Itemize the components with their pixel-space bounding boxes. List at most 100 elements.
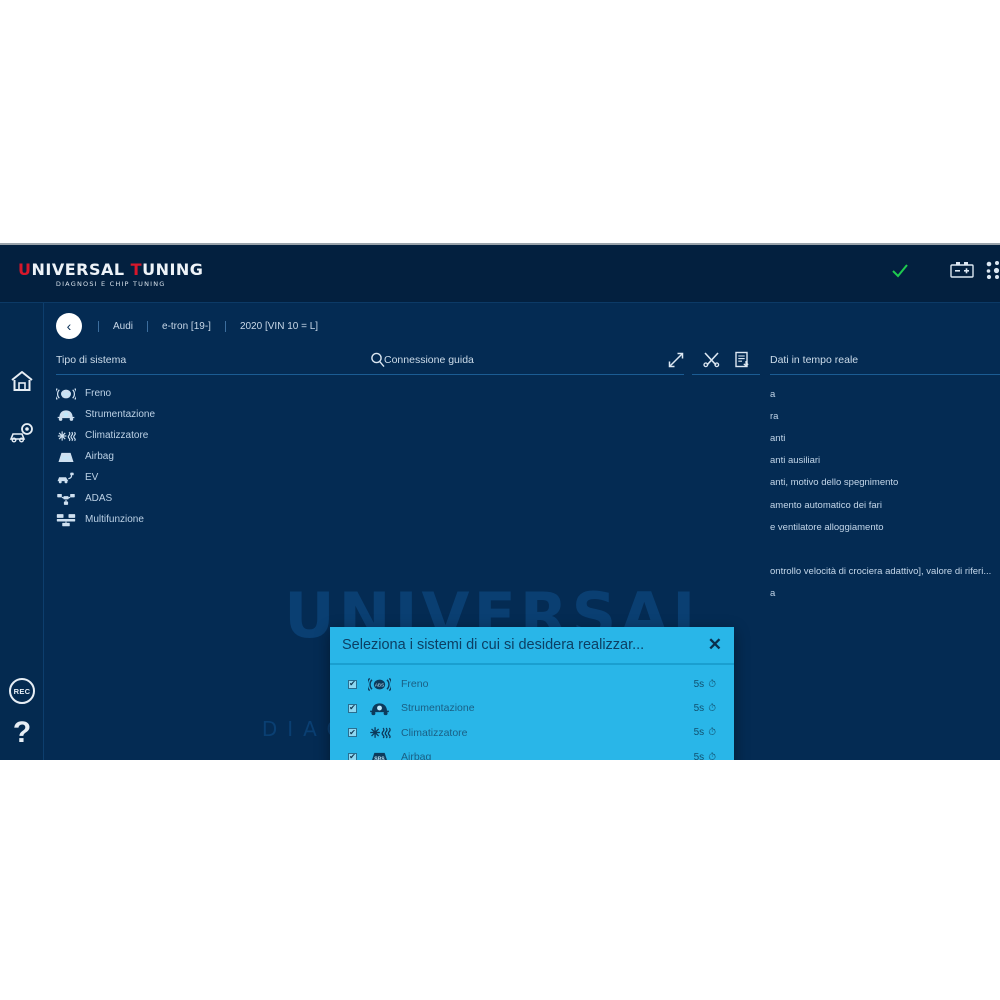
realtime-data-label: e ventilatore alloggiamento (770, 521, 884, 533)
dialog-system-row[interactable]: ✔ Strumentazione 5s ⏱ (348, 696, 716, 720)
system-checkbox[interactable]: ✔ (348, 703, 357, 713)
instrument-cluster-icon (56, 407, 76, 423)
realtime-data-label: amento automatico dei fari (770, 499, 882, 511)
system-checkbox[interactable]: ✔ (348, 728, 357, 738)
system-list-item-label: Freno (85, 388, 112, 399)
realtime-data-label: a (770, 388, 776, 400)
dialog-system-duration: 5s ⏱ (693, 678, 716, 690)
left-rail: REC ? ✕ (0, 303, 44, 760)
diagnostic-app-window: REC ? ✕ ‹ Audi e-tron [19-] 2020 [VIN 10… (0, 243, 1000, 760)
realtime-data-label: anti ausiliari (770, 455, 821, 467)
dialog-system-row[interactable]: ✔ ABS Freno 5s ⏱ (348, 672, 716, 696)
car-gear-icon[interactable] (0, 411, 44, 455)
realtime-data-row[interactable]: ra⚠ (770, 405, 1000, 427)
save-report-icon[interactable] (734, 351, 750, 368)
breadcrumb: ‹ Audi e-tron [19-] 2020 [VIN 10 = L] (56, 307, 996, 345)
dialog-title: Seleziona i sistemi di cui si desidera r… (342, 637, 645, 653)
dialog-system-label: Climatizzatore (401, 726, 468, 739)
adas-icon (56, 491, 76, 507)
column-header-guided-connection: Connessione guida (384, 345, 684, 375)
system-list-item-label: Multifunzione (85, 514, 144, 525)
realtime-data-row[interactable]: anti ausiliari⚠ (770, 450, 1000, 472)
realtime-data-row[interactable]: anti⚠ (770, 427, 1000, 449)
instrument-cluster-icon (367, 700, 391, 717)
system-list-item[interactable]: EV (56, 467, 386, 488)
system-list-item[interactable]: Strumentazione (56, 404, 386, 425)
dots-menu-icon[interactable] (986, 261, 1000, 279)
rec-icon[interactable]: REC (0, 669, 44, 713)
svg-text:ABS: ABS (374, 682, 383, 687)
svg-text:SRS: SRS (374, 756, 385, 760)
realtime-data-row[interactable]: ⚠ (770, 538, 1000, 560)
timer-icon: ⏱ (708, 702, 716, 714)
letterbox-top (0, 0, 1000, 243)
timer-icon: ⏱ (708, 727, 716, 739)
system-checkbox[interactable]: ✔ (348, 679, 357, 689)
rec-label: REC (9, 678, 35, 704)
multifunction-icon (56, 512, 76, 528)
dialog-header: Seleziona i sistemi di cui si desidera r… (330, 627, 734, 665)
realtime-data-row[interactable]: amento automatico dei fari⚠ (770, 494, 1000, 516)
breadcrumb-item-year-vin[interactable]: 2020 [VIN 10 = L] (224, 320, 332, 332)
system-list-item-label: ADAS (85, 493, 113, 504)
column-title-realtime-data: Dati in tempo reale (770, 353, 859, 366)
climate-control-icon (56, 428, 76, 444)
question-icon[interactable]: ? (0, 711, 44, 755)
column-title-system-type: Tipo di sistema (56, 353, 127, 366)
realtime-data-row[interactable]: e ventilatore alloggiamento⚠ (770, 516, 1000, 538)
breadcrumb-item-make[interactable]: Audi (98, 320, 147, 332)
status-check-icon (890, 261, 910, 281)
system-checkbox[interactable]: ✔ (348, 752, 357, 760)
dialog-system-duration: 5s ⏱ (693, 727, 716, 739)
home-icon[interactable] (0, 359, 44, 403)
system-list-item-label: EV (85, 472, 99, 483)
dialog-system-row[interactable]: ✔ SRS Airbag 5s ⏱ (348, 745, 716, 760)
dialog-system-row[interactable]: ✔ Climatizzatore 5s ⏱ (348, 721, 716, 745)
timer-icon: ⏱ (708, 678, 716, 690)
realtime-data-row[interactable]: a⚠ (770, 583, 1000, 605)
column-header-system-type: Tipo di sistema (56, 345, 386, 375)
column-header-realtime-data: Dati in tempo reale (770, 345, 1000, 375)
dialog-system-label: Strumentazione (401, 702, 475, 715)
system-type-list: ABS Freno Strumentazione Climatizzatore (56, 383, 386, 530)
close-icon[interactable]: ✕ (0, 759, 44, 760)
realtime-data-row[interactable]: ontrollo velocità di crociera adattivo],… (770, 561, 1000, 583)
dialog-system-label: Airbag (401, 751, 432, 760)
system-list-item[interactable]: ABS Freno (56, 383, 386, 404)
system-list-item[interactable]: ADAS (56, 488, 386, 509)
close-icon[interactable]: ✕ (708, 635, 722, 655)
system-list-item[interactable]: Multifunzione (56, 509, 386, 530)
climate-control-icon (367, 724, 391, 741)
system-list-item-label: Airbag (85, 451, 114, 462)
dialog-system-duration: 5s ⏱ (694, 752, 716, 760)
svg-text:SRS: SRS (61, 455, 70, 460)
logo-header: UNIVERSAL TUNING DIAGNOSI E CHIP TUNING (18, 262, 203, 288)
realtime-data-list: a⚠ra⚠anti⚠anti ausiliari⚠anti, motivo de… (770, 383, 1000, 605)
realtime-data-label: ra (770, 410, 779, 422)
system-list-item[interactable]: Climatizzatore (56, 425, 386, 446)
letterbox-bottom (0, 760, 1000, 1000)
timer-icon: ⏱ (708, 751, 716, 760)
system-list-item-label: Strumentazione (85, 409, 156, 420)
logo-header-line2: DIAGNOSI E CHIP TUNING (55, 280, 166, 288)
realtime-data-row[interactable]: anti, motivo dello spegnimento⚠ (770, 472, 1000, 494)
back-button[interactable]: ‹ (56, 313, 82, 339)
tools-icon[interactable] (702, 351, 720, 368)
srs-airbag-icon: SRS (367, 749, 391, 760)
column-title-guided-connection: Connessione guida (384, 353, 474, 366)
logo-header-line1: UNIVERSAL TUNING (18, 260, 204, 279)
system-list-item-label: Climatizzatore (85, 430, 149, 441)
column-header-tools (692, 345, 760, 375)
screenshot-canvas: REC ? ✕ ‹ Audi e-tron [19-] 2020 [VIN 10… (0, 0, 1000, 1000)
expand-icon[interactable] (668, 352, 684, 368)
realtime-data-label: anti (770, 432, 786, 444)
realtime-data-row[interactable]: a⚠ (770, 383, 1000, 405)
battery-icon[interactable] (950, 261, 974, 279)
system-selection-dialog: Seleziona i sistemi di cui si desidera r… (330, 627, 734, 760)
abs-brake-icon: ABS (367, 676, 391, 693)
system-list-item[interactable]: SRS Airbag (56, 446, 386, 467)
breadcrumb-item-model[interactable]: e-tron [19-] (147, 320, 225, 332)
dialog-system-duration: 5s ⏱ (693, 702, 716, 714)
abs-brake-icon: ABS (56, 386, 76, 402)
realtime-data-label: a (770, 588, 776, 600)
